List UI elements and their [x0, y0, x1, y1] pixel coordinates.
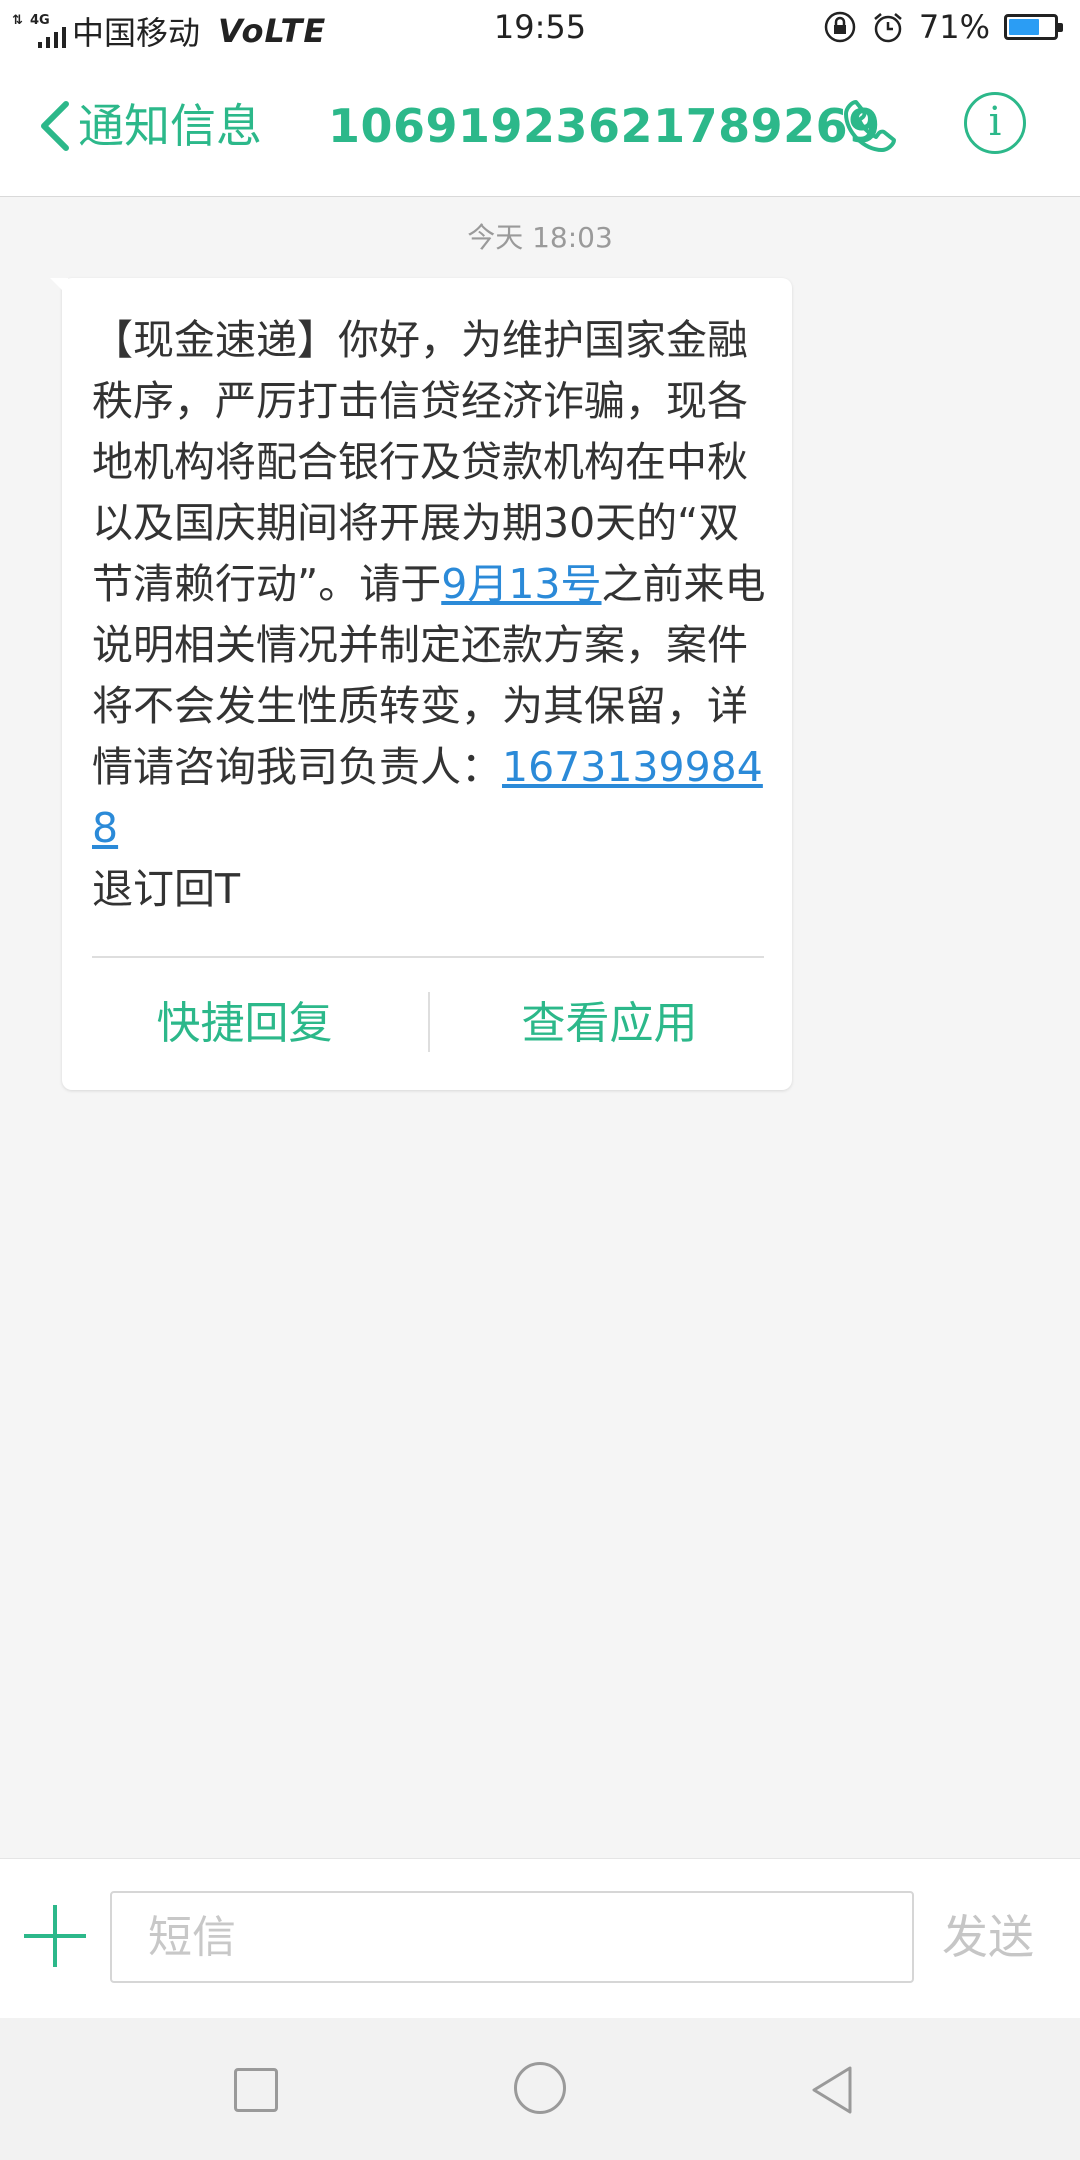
battery-percent: 71% [918, 8, 990, 46]
status-bar: ⇅ 4G 中国移动 VoLTE 19:55 71% [0, 0, 1080, 56]
message-text: 【现金速递】你好，为维护国家金融秩序，严厉打击信贷经济诈骗，现各地机构将配合银行… [92, 316, 766, 913]
message-actions: 快捷回复 查看应用 [62, 958, 792, 1090]
back-button-label[interactable]: 通知信息 [78, 96, 262, 156]
back-chevron-icon[interactable] [34, 96, 78, 156]
message-composer: 发送 [0, 1858, 1080, 2019]
phone-icon[interactable] [838, 94, 902, 158]
add-attachment-icon[interactable] [22, 1903, 88, 1969]
view-app-button[interactable]: 查看应用 [427, 958, 792, 1090]
sender-number-title: 10691923621789269 [328, 99, 881, 153]
recent-apps-icon[interactable] [234, 2068, 278, 2112]
sms-input[interactable] [110, 1891, 914, 1983]
quick-reply-button[interactable]: 快捷回复 [62, 958, 427, 1090]
info-icon[interactable]: i [964, 92, 1026, 154]
conversation-header: 通知信息 10691923621789269 i [0, 56, 1080, 197]
back-triangle-icon[interactable] [806, 2062, 858, 2118]
date-separator: 今天 18:03 [467, 221, 613, 254]
lock-rotation-icon [824, 11, 856, 43]
alarm-icon [874, 13, 902, 43]
message-bubble[interactable]: 【现金速递】你好，为维护国家金融秩序，严厉打击信贷经济诈骗，现各地机构将配合银行… [50, 278, 792, 1090]
status-right: 71% [823, 8, 1063, 46]
battery-icon [1004, 14, 1063, 40]
date-link[interactable]: 9月13号 [441, 560, 601, 608]
navigation-bar [0, 2018, 1080, 2160]
home-icon[interactable] [514, 2062, 566, 2114]
send-button[interactable]: 发送 [942, 1907, 1034, 1967]
